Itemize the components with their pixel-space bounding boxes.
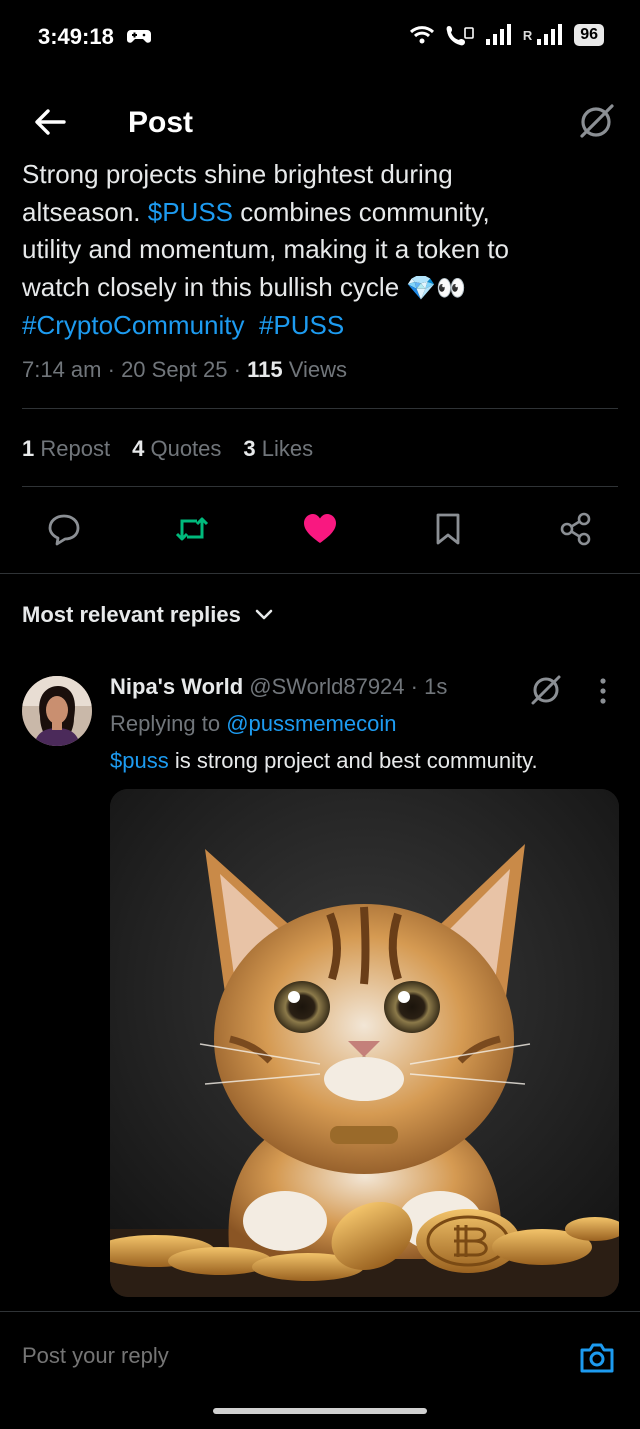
page-title: Post xyxy=(128,106,194,139)
quotes-label: Quotes xyxy=(150,436,222,461)
reply-text-segment: is strong project and best community. xyxy=(168,748,538,773)
reply-composer xyxy=(0,1311,640,1429)
quotes-count: 4 xyxy=(132,436,145,461)
reposts-label: Repost xyxy=(40,436,111,461)
hashtag-link[interactable]: #PUSS xyxy=(259,310,344,340)
avatar[interactable] xyxy=(22,676,92,746)
grok-icon[interactable] xyxy=(527,671,565,709)
repost-icon xyxy=(175,517,209,541)
home-indicator[interactable] xyxy=(213,1408,427,1414)
divider xyxy=(22,486,618,487)
post-text-segment: watch closely in this bullish cycle xyxy=(22,271,407,302)
kitten-with-coins-image xyxy=(110,789,619,1297)
avatar-photo xyxy=(22,676,92,746)
reply-time: 1s xyxy=(424,674,448,699)
likes-count: 3 xyxy=(243,436,256,461)
signal-bars-icon xyxy=(485,24,511,45)
bookmark-icon xyxy=(436,513,460,545)
roaming-indicator: R xyxy=(522,27,533,43)
grok-icon[interactable] xyxy=(574,100,618,144)
more-options-icon[interactable] xyxy=(590,676,616,706)
status-icons: R 96 xyxy=(409,22,604,48)
quotes-stat[interactable]: 4 Quotes xyxy=(132,436,221,462)
reply-author: Nipa's World @SWorld87924 · 1s xyxy=(110,674,447,700)
views-label[interactable]: Views xyxy=(289,357,347,382)
post-time: 7:14 am xyxy=(22,357,102,382)
cashtag-link[interactable]: $PUSS xyxy=(148,197,233,227)
divider xyxy=(0,573,640,574)
replies-sort-dropdown[interactable]: Most relevant replies xyxy=(22,602,273,628)
reply-handle[interactable]: @SWorld87924 xyxy=(249,674,404,699)
post-header: Post xyxy=(0,88,640,158)
emoji: 💎👀 xyxy=(406,274,467,302)
likes-stat[interactable]: 3 Likes xyxy=(243,436,313,462)
reply-body: $puss is strong project and best communi… xyxy=(110,748,538,774)
replies-sort-label: Most relevant replies xyxy=(22,602,241,627)
signal-bars-2-icon xyxy=(537,24,563,45)
battery-level: 96 xyxy=(574,24,604,46)
post-text-segment: combines community, xyxy=(233,196,490,227)
chevron-down-icon xyxy=(255,609,273,620)
hashtag-link[interactable]: #CryptoCommunity xyxy=(22,310,245,340)
post-body: Strong projects shine brightest during a… xyxy=(22,156,622,345)
reply-button[interactable] xyxy=(40,505,88,553)
post-line: utility and momentum, making it a token … xyxy=(22,234,510,264)
meta-separator: · xyxy=(101,357,122,382)
repost-button[interactable] xyxy=(168,505,216,553)
reply-input[interactable] xyxy=(22,1343,522,1369)
post-line: #CryptoCommunity #PUSS xyxy=(22,307,622,345)
post-stats: 1 Repost 4 Quotes 3 Likes xyxy=(22,436,313,462)
cashtag-link[interactable]: $puss xyxy=(110,748,169,773)
post-line: watch closely in this bullish cycle 💎👀 xyxy=(22,269,622,308)
reply-media-image[interactable] xyxy=(110,789,619,1297)
divider xyxy=(22,408,618,409)
reposts-stat[interactable]: 1 Repost xyxy=(22,436,110,462)
volte-call-icon xyxy=(446,26,474,46)
camera-icon[interactable] xyxy=(578,1339,616,1377)
post-text-segment: altseason. xyxy=(22,196,148,227)
status-time: 3:49:18 xyxy=(38,24,114,49)
replying-prefix: Replying to xyxy=(110,711,227,736)
likes-label: Likes xyxy=(261,436,314,461)
meta-separator: · xyxy=(227,357,248,382)
post-line: altseason. $PUSS combines community, xyxy=(22,194,622,232)
mention-link[interactable]: @pussmemecoin xyxy=(226,711,396,736)
reposts-count: 1 xyxy=(22,436,35,461)
bookmark-button[interactable] xyxy=(424,505,472,553)
post-date: 20 Sept 25 xyxy=(121,357,228,382)
action-bar xyxy=(0,505,640,557)
post-meta: 7:14 am · 20 Sept 25 · 115 Views xyxy=(22,357,347,383)
like-button[interactable] xyxy=(296,505,344,553)
back-arrow-icon[interactable] xyxy=(30,102,70,142)
wifi-icon xyxy=(409,26,434,44)
meta-separator: · xyxy=(404,674,425,699)
post-line: Strong projects shine brightest during xyxy=(22,159,453,189)
reply-display-name[interactable]: Nipa's World xyxy=(110,674,243,699)
views-count: 115 xyxy=(247,357,283,382)
share-button[interactable] xyxy=(552,505,600,553)
share-icon xyxy=(560,512,591,546)
status-bar: 3:49:18 R 96 xyxy=(0,0,640,72)
game-controller-icon xyxy=(127,30,151,43)
heart-icon xyxy=(304,514,336,543)
replying-to: Replying to @pussmemecoin xyxy=(110,711,396,737)
comment-icon xyxy=(48,514,80,546)
